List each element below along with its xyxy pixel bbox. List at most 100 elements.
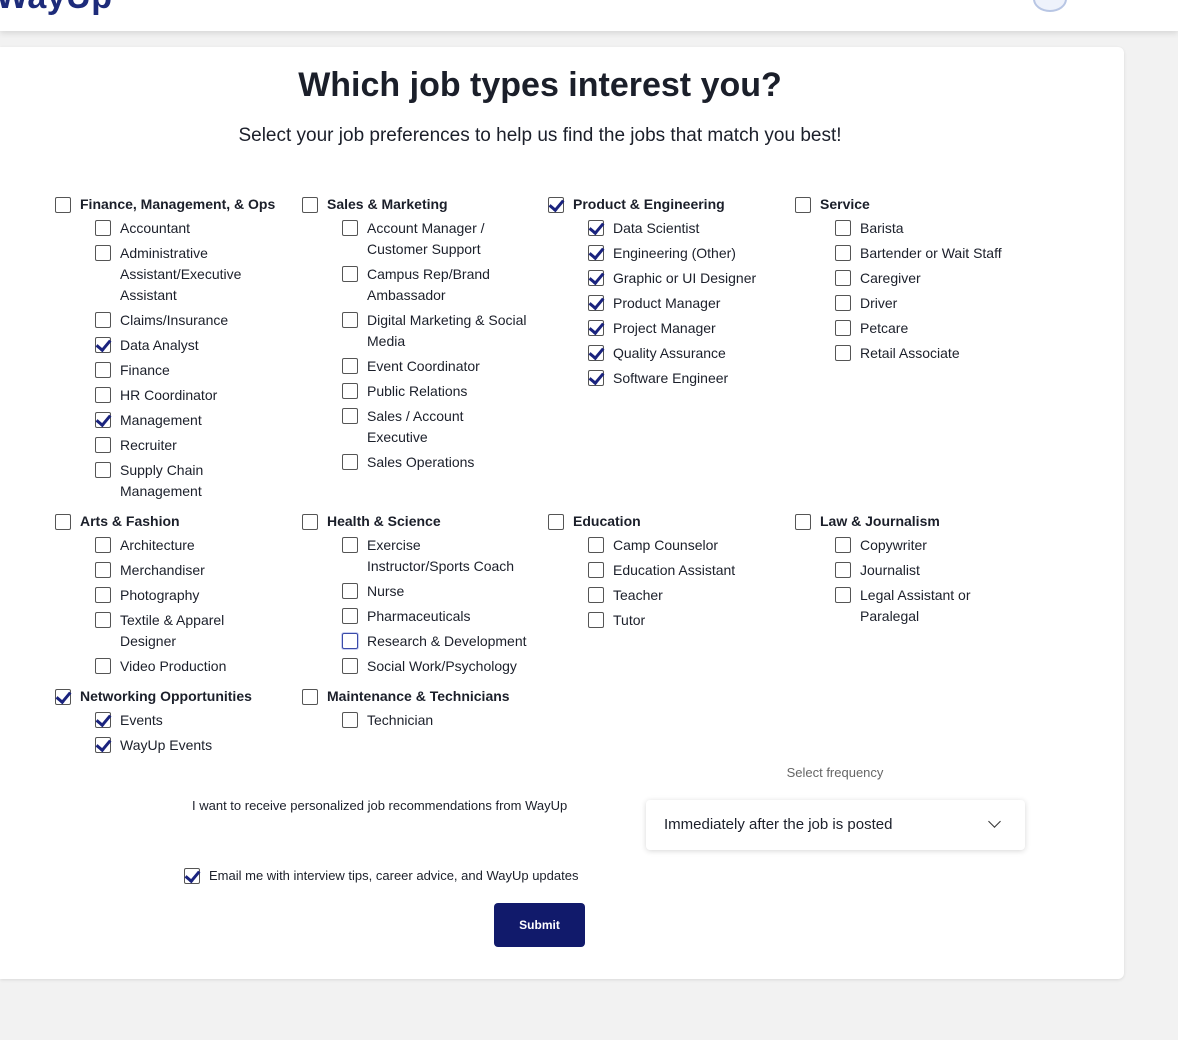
job-type-option[interactable]: Administrative Assistant/Executive Assis…	[95, 243, 295, 306]
group-checkbox-law[interactable]	[795, 513, 811, 530]
wayup-logo[interactable]: WayUp	[0, 0, 112, 17]
job-type-option[interactable]: Architecture	[95, 535, 295, 556]
job-type-checkbox[interactable]	[588, 345, 604, 361]
group-checkbox-service[interactable]	[795, 196, 811, 213]
job-type-checkbox[interactable]	[95, 737, 111, 753]
group-header-product[interactable]: Product & Engineering	[548, 193, 788, 214]
job-type-option[interactable]: Teacher	[588, 585, 788, 606]
job-type-option[interactable]: Sales Operations	[342, 452, 542, 473]
job-type-checkbox[interactable]	[95, 312, 111, 328]
job-type-option[interactable]: Data Analyst	[95, 335, 295, 356]
job-type-option[interactable]: Journalist	[835, 560, 1035, 581]
job-type-option[interactable]: Caregiver	[835, 268, 1035, 289]
group-header-education[interactable]: Education	[548, 510, 788, 531]
job-type-checkbox[interactable]	[342, 383, 358, 399]
job-type-checkbox[interactable]	[835, 320, 851, 336]
job-type-checkbox[interactable]	[342, 537, 358, 553]
job-type-checkbox[interactable]	[588, 537, 604, 553]
job-type-checkbox[interactable]	[342, 220, 358, 236]
frequency-select[interactable]: Immediately after the job is posted	[646, 800, 1025, 850]
job-type-checkbox[interactable]	[342, 633, 358, 649]
job-type-checkbox[interactable]	[95, 412, 111, 428]
job-type-option[interactable]: Campus Rep/Brand Ambassador	[342, 264, 542, 306]
job-type-option[interactable]: Video Production	[95, 656, 295, 677]
job-type-option[interactable]: Project Manager	[588, 318, 788, 339]
job-type-checkbox[interactable]	[342, 266, 358, 282]
job-type-option[interactable]: Accountant	[95, 218, 295, 239]
job-type-checkbox[interactable]	[588, 270, 604, 286]
job-type-checkbox[interactable]	[588, 320, 604, 336]
job-type-option[interactable]: Product Manager	[588, 293, 788, 314]
group-header-maintenance[interactable]: Maintenance & Technicians	[302, 685, 542, 706]
job-type-option[interactable]: Copywriter	[835, 535, 1035, 556]
job-type-checkbox[interactable]	[342, 358, 358, 374]
group-header-law[interactable]: Law & Journalism	[795, 510, 1035, 531]
job-type-checkbox[interactable]	[588, 612, 604, 628]
job-type-checkbox[interactable]	[95, 462, 111, 478]
job-type-checkbox[interactable]	[835, 537, 851, 553]
job-type-option[interactable]: Management	[95, 410, 295, 431]
job-type-option[interactable]: Technician	[342, 710, 542, 731]
job-type-checkbox[interactable]	[95, 712, 111, 728]
job-type-checkbox[interactable]	[342, 712, 358, 728]
group-header-networking[interactable]: Networking Opportunities	[55, 685, 295, 706]
job-type-option[interactable]: Events	[95, 710, 295, 731]
job-type-option[interactable]: Public Relations	[342, 381, 542, 402]
job-type-checkbox[interactable]	[835, 270, 851, 286]
job-type-option[interactable]: Merchandiser	[95, 560, 295, 581]
job-type-checkbox[interactable]	[95, 658, 111, 674]
job-type-checkbox[interactable]	[342, 408, 358, 424]
user-avatar[interactable]	[1033, 0, 1067, 12]
email-optin-row[interactable]: Email me with interview tips, career adv…	[184, 866, 578, 884]
job-type-option[interactable]: Event Coordinator	[342, 356, 542, 377]
group-checkbox-maintenance[interactable]	[302, 688, 318, 705]
job-type-option[interactable]: Digital Marketing & Social Media	[342, 310, 542, 352]
job-type-option[interactable]: Education Assistant	[588, 560, 788, 581]
job-type-checkbox[interactable]	[835, 587, 851, 603]
group-checkbox-health[interactable]	[302, 513, 318, 530]
job-type-checkbox[interactable]	[342, 608, 358, 624]
group-checkbox-arts[interactable]	[55, 513, 71, 530]
job-type-checkbox[interactable]	[95, 387, 111, 403]
group-checkbox-networking[interactable]	[55, 688, 71, 705]
job-type-option[interactable]: Recruiter	[95, 435, 295, 456]
job-type-option[interactable]: Sales / Account Executive	[342, 406, 542, 448]
job-type-option[interactable]: Driver	[835, 293, 1035, 314]
job-type-option[interactable]: Finance	[95, 360, 295, 381]
group-checkbox-education[interactable]	[548, 513, 564, 530]
job-type-checkbox[interactable]	[95, 612, 111, 628]
job-type-checkbox[interactable]	[95, 245, 111, 261]
job-type-option[interactable]: Social Work/Psychology	[342, 656, 542, 677]
job-type-checkbox[interactable]	[835, 295, 851, 311]
job-type-option[interactable]: Software Engineer	[588, 368, 788, 389]
job-type-option[interactable]: Data Scientist	[588, 218, 788, 239]
job-type-option[interactable]: HR Coordinator	[95, 385, 295, 406]
group-header-health[interactable]: Health & Science	[302, 510, 542, 531]
job-type-option[interactable]: Pharmaceuticals	[342, 606, 542, 627]
job-type-option[interactable]: Account Manager / Customer Support	[342, 218, 542, 260]
job-type-option[interactable]: Claims/Insurance	[95, 310, 295, 331]
job-type-checkbox[interactable]	[835, 245, 851, 261]
job-type-option[interactable]: Camp Counselor	[588, 535, 788, 556]
job-type-option[interactable]: Quality Assurance	[588, 343, 788, 364]
job-type-checkbox[interactable]	[835, 345, 851, 361]
job-type-checkbox[interactable]	[835, 562, 851, 578]
job-type-option[interactable]: Bartender or Wait Staff	[835, 243, 1035, 264]
job-type-checkbox[interactable]	[95, 220, 111, 236]
job-type-checkbox[interactable]	[95, 337, 111, 353]
group-header-sales[interactable]: Sales & Marketing	[302, 193, 542, 214]
job-type-option[interactable]: Graphic or UI Designer	[588, 268, 788, 289]
job-type-checkbox[interactable]	[95, 562, 111, 578]
job-type-checkbox[interactable]	[588, 295, 604, 311]
group-header-service[interactable]: Service	[795, 193, 1035, 214]
job-type-option[interactable]: Nurse	[342, 581, 542, 602]
job-type-option[interactable]: Research & Development	[342, 631, 542, 652]
job-type-checkbox[interactable]	[95, 362, 111, 378]
job-type-option[interactable]: Supply Chain Management	[95, 460, 295, 502]
job-type-option[interactable]: Engineering (Other)	[588, 243, 788, 264]
job-type-checkbox[interactable]	[342, 658, 358, 674]
job-type-checkbox[interactable]	[588, 370, 604, 386]
job-type-checkbox[interactable]	[588, 245, 604, 261]
job-type-option[interactable]: Tutor	[588, 610, 788, 631]
job-type-checkbox[interactable]	[95, 537, 111, 553]
